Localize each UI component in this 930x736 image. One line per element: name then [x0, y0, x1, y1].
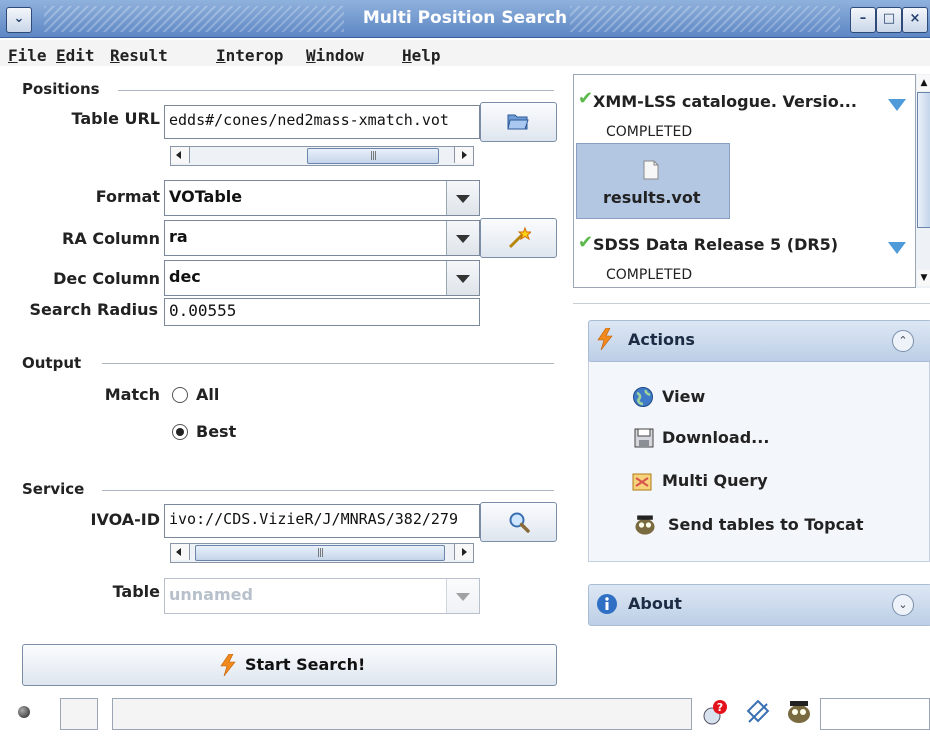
about-title[interactable]: About — [628, 594, 682, 613]
job-status: COMPLETED — [606, 267, 693, 283]
status-light-icon — [18, 706, 30, 718]
floppy-disk-icon — [634, 428, 654, 448]
svg-text:?: ? — [717, 701, 723, 714]
ivoa-id-field[interactable]: ivo://CDS.VizieR/J/MNRAS/382/279 — [164, 504, 480, 538]
multi-query-icon — [632, 473, 652, 491]
service-section-label: Service — [22, 480, 85, 498]
dec-column-value: dec — [169, 267, 201, 286]
actions-title[interactable]: Actions — [628, 330, 695, 349]
scroll-down-icon[interactable]: ▼ — [917, 270, 930, 286]
check-icon: ✔ — [578, 88, 594, 109]
scroll-right-icon[interactable] — [454, 147, 473, 163]
window-title: Multi Position Search — [362, 8, 568, 28]
scroll-left-icon[interactable] — [171, 544, 190, 560]
ra-column-label: RA Column — [62, 229, 160, 248]
start-search-button[interactable]: Start Search! — [22, 644, 557, 686]
table-value: unnamed — [169, 585, 253, 604]
registry-search-button[interactable] — [480, 502, 557, 542]
dec-column-select[interactable]: dec — [164, 260, 480, 296]
match-all-radio[interactable] — [172, 387, 188, 403]
menu-window[interactable]: Window — [306, 46, 364, 65]
ivoa-id-label: IVOA-ID — [90, 510, 160, 529]
menu-edit[interactable]: Edit — [56, 46, 95, 65]
job-status: COMPLETED — [606, 124, 693, 140]
send-to-topcat-action[interactable]: Send tables to Topcat — [668, 515, 864, 534]
scroll-left-icon[interactable] — [171, 147, 190, 163]
table-url-scrollbar[interactable] — [170, 146, 474, 166]
chevron-down-icon[interactable] — [446, 261, 479, 295]
chevron-down-icon[interactable] — [446, 579, 479, 613]
chevron-down-icon[interactable] — [446, 181, 479, 215]
search-radius-field[interactable]: 0.00555 — [164, 298, 480, 326]
info-icon — [597, 594, 617, 614]
samp-icon[interactable] — [745, 700, 773, 728]
menu-help[interactable]: Help — [402, 46, 441, 65]
status-field — [820, 698, 930, 730]
start-search-label: Start Search! — [245, 655, 366, 674]
search-radius-label: Search Radius — [29, 300, 158, 319]
job-title[interactable]: SDSS Data Release 5 (DR5) — [593, 235, 838, 254]
search-icon — [509, 512, 530, 533]
table-url-field[interactable]: edds#/cones/ned2mass-xmatch.vot — [164, 105, 480, 139]
format-label: Format — [95, 187, 160, 206]
format-value: VOTable — [169, 187, 243, 206]
hub-disconnected-icon[interactable]: ? — [700, 698, 730, 728]
triangle-down-icon[interactable] — [888, 99, 906, 111]
scroll-right-icon[interactable] — [454, 544, 473, 560]
download-action[interactable]: Download... — [662, 428, 769, 447]
lightning-icon — [220, 654, 236, 676]
positions-separator — [118, 90, 554, 91]
dec-column-label: Dec Column — [53, 269, 160, 288]
triangle-down-icon[interactable] — [888, 242, 906, 254]
multi-query-action[interactable]: Multi Query — [662, 471, 768, 490]
expand-icon[interactable]: ⌄ — [892, 594, 914, 616]
view-action[interactable]: View — [662, 387, 705, 406]
table-label: Table — [112, 582, 160, 601]
results-scrollbar[interactable]: ▲ ▼ — [915, 74, 930, 288]
menu-interop[interactable]: Interop — [216, 46, 283, 65]
job-title[interactable]: XMM-LSS catalogue. Versio... — [593, 92, 857, 111]
service-separator — [102, 490, 554, 491]
check-icon: ✔ — [578, 232, 594, 253]
ra-column-value: ra — [169, 227, 188, 246]
lightning-icon — [597, 328, 613, 350]
chevron-down-icon[interactable] — [446, 221, 479, 255]
table-url-label: Table URL — [71, 109, 160, 128]
scroll-thumb[interactable] — [307, 148, 439, 164]
right-separator — [573, 303, 930, 304]
ivoa-id-scrollbar[interactable] — [170, 543, 474, 563]
output-separator — [102, 363, 554, 364]
match-best-label[interactable]: Best — [196, 422, 236, 441]
status-box — [60, 698, 98, 730]
menu-result[interactable]: Result — [110, 46, 168, 65]
progress-bar — [112, 698, 692, 730]
ra-column-select[interactable]: ra — [164, 220, 480, 256]
column-guess-button[interactable] — [480, 218, 557, 258]
result-file-name[interactable]: results.vot — [603, 188, 700, 207]
menu-file[interactable]: File — [8, 46, 47, 65]
scroll-thumb[interactable] — [917, 92, 930, 228]
document-icon — [643, 160, 659, 180]
topcat-icon[interactable] — [784, 698, 814, 726]
match-label: Match — [104, 385, 160, 404]
magic-wand-icon — [508, 227, 531, 249]
format-select[interactable]: VOTable — [164, 180, 480, 216]
results-file-tile[interactable] — [576, 143, 730, 219]
match-best-radio[interactable] — [172, 424, 188, 440]
output-section-label: Output — [22, 354, 82, 372]
folder-open-icon — [507, 114, 529, 130]
positions-section-label: Positions — [22, 80, 100, 98]
open-file-button[interactable] — [480, 102, 557, 142]
globe-icon — [633, 387, 653, 407]
table-select[interactable]: unnamed — [164, 578, 480, 614]
topcat-icon — [635, 515, 655, 535]
scroll-up-icon[interactable]: ▲ — [917, 75, 930, 91]
scroll-thumb[interactable] — [195, 545, 445, 561]
match-all-label[interactable]: All — [196, 385, 219, 404]
collapse-icon[interactable]: ⌃ — [892, 330, 914, 352]
